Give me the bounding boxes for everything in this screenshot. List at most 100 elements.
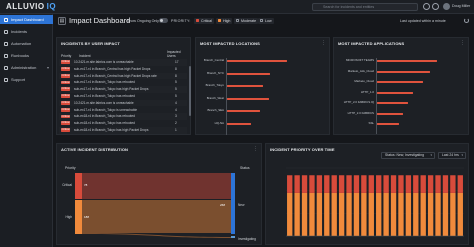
notifications-icon[interactable] bbox=[432, 3, 439, 10]
bar-high[interactable] bbox=[427, 192, 434, 236]
bar-high[interactable] bbox=[338, 192, 345, 236]
bar-high[interactable] bbox=[324, 192, 330, 236]
bar[interactable] bbox=[227, 110, 260, 113]
column-header-incident[interactable]: Incident bbox=[79, 54, 91, 58]
avatar[interactable] bbox=[443, 3, 450, 10]
bar-critical[interactable] bbox=[294, 175, 300, 193]
bar-critical[interactable] bbox=[301, 175, 308, 193]
incident-link[interactable]: sub-ex18-r4 in Branch_Tokyo has high Pac… bbox=[74, 127, 172, 134]
bar[interactable] bbox=[377, 91, 413, 94]
bar-high[interactable] bbox=[442, 192, 449, 236]
bar-critical[interactable] bbox=[324, 175, 330, 193]
brand-logo[interactable]: ALLUVIO IQ bbox=[6, 2, 56, 11]
bar-critical[interactable] bbox=[383, 175, 389, 193]
bar-critical[interactable] bbox=[368, 175, 374, 193]
user-name[interactable]: Doug Miller bbox=[452, 4, 470, 8]
table-row[interactable]: Critical sub-ex18-r4 in Branch_Tokyo has … bbox=[59, 120, 187, 127]
bar[interactable] bbox=[227, 72, 271, 75]
table-row[interactable]: Critical sub-ex17-r4 in Branch_Tokyo has … bbox=[59, 79, 187, 86]
bar-critical[interactable] bbox=[413, 175, 419, 193]
incident-link[interactable]: 10.2421.m.site.fabrics.com is unreachabl… bbox=[74, 100, 172, 107]
incident-link[interactable]: sub-ex17-r4 in Branch_Tokyo is unreachab… bbox=[74, 107, 172, 114]
bar-critical[interactable] bbox=[398, 175, 404, 193]
incident-link[interactable]: 10.2421.m.site.fabrics.com is unreachabl… bbox=[74, 59, 172, 66]
incident-link[interactable]: sub-ex17-r4 in Branch_Central has high P… bbox=[74, 66, 172, 73]
bar[interactable] bbox=[227, 60, 287, 63]
table-row[interactable]: Critical sub-ex17-r4 in Branch_Tokyo is u… bbox=[59, 107, 187, 114]
table-row[interactable]: Critical sub-ex18-r4 in Branch_Tokyo has … bbox=[59, 113, 187, 120]
sidebar-item-support[interactable]: Support bbox=[0, 75, 53, 84]
help-icon[interactable] bbox=[423, 3, 430, 10]
bar-high[interactable] bbox=[376, 192, 382, 236]
node-high[interactable] bbox=[75, 200, 82, 234]
bar[interactable] bbox=[377, 102, 409, 105]
column-header-priority[interactable]: Priority bbox=[61, 54, 71, 58]
table-row[interactable]: Critical sub-ex17-r4 in Branch_Central ha… bbox=[59, 66, 187, 73]
node-new[interactable] bbox=[231, 173, 235, 234]
dashboard-menu-icon[interactable]: ▤ bbox=[58, 17, 66, 25]
bar-critical[interactable] bbox=[427, 175, 434, 193]
table-row[interactable]: Critical sub-ex18-r4 in Branch_Tokyo has … bbox=[59, 127, 187, 134]
priority-chip-low[interactable]: Low bbox=[258, 17, 274, 24]
bar-critical[interactable] bbox=[405, 175, 412, 193]
column-header-impacted-users[interactable]: Impacted Users bbox=[167, 50, 185, 58]
incident-link[interactable]: sub-ex17-r4 in Branch_Tokyo has high Pac… bbox=[74, 86, 172, 93]
bar-high[interactable] bbox=[346, 192, 352, 236]
refresh-icon[interactable] bbox=[464, 17, 469, 23]
bar[interactable] bbox=[227, 122, 251, 125]
incident-link[interactable]: sub-ex18-r4 in Branch_Tokyo has rebooted bbox=[74, 120, 172, 127]
table-row[interactable]: Critical 10.2421.m.site.fabrics.com is un… bbox=[59, 99, 187, 107]
bar-critical[interactable] bbox=[316, 175, 323, 193]
table-row[interactable]: Critical sub-ex17-r4 in Branch_Tokyo has … bbox=[59, 93, 187, 100]
bar-critical[interactable] bbox=[442, 175, 449, 193]
ongoing-only-toggle[interactable] bbox=[159, 18, 168, 23]
bar-high[interactable] bbox=[331, 192, 337, 236]
bar[interactable] bbox=[227, 85, 263, 88]
bar-high[interactable] bbox=[405, 192, 412, 236]
incident-link[interactable]: sub-ex17-r4 in Branch_Tokyo has rebooted bbox=[74, 79, 172, 86]
more-options-icon[interactable]: ⋮ bbox=[321, 40, 326, 46]
bar-high[interactable] bbox=[316, 192, 323, 236]
sidebar-item-runbooks[interactable]: Runbooks bbox=[0, 51, 53, 60]
bar-critical[interactable] bbox=[457, 175, 463, 193]
node-investigating[interactable] bbox=[231, 236, 235, 238]
bar[interactable] bbox=[377, 81, 423, 84]
search-input[interactable]: Search for incidents and entities bbox=[312, 3, 418, 11]
scrollbar[interactable] bbox=[189, 66, 191, 116]
table-row[interactable]: Critical sub-ex17-r4 in Branch_Central ha… bbox=[59, 72, 187, 80]
bar-critical[interactable] bbox=[287, 175, 293, 193]
bar-critical[interactable] bbox=[435, 175, 441, 193]
incident-link[interactable]: sub-ex18-r4 in Branch_Tokyo has rebooted bbox=[74, 113, 172, 120]
priority-chip-high[interactable]: High bbox=[216, 17, 233, 24]
bar[interactable] bbox=[377, 123, 399, 126]
bar-critical[interactable] bbox=[390, 175, 397, 193]
bar[interactable] bbox=[377, 112, 404, 115]
bar-high[interactable] bbox=[457, 192, 463, 236]
bar-critical[interactable] bbox=[309, 175, 315, 193]
incident-link[interactable]: sub-ex17-r4 in Branch_Central has high P… bbox=[74, 73, 172, 80]
bar-high[interactable] bbox=[398, 192, 404, 236]
sidebar-item-administration[interactable]: Administration ▾ bbox=[0, 63, 53, 72]
bar-high[interactable] bbox=[361, 192, 367, 236]
bar-high[interactable] bbox=[435, 192, 441, 236]
sidebar-item-incidents[interactable]: Incidents bbox=[0, 27, 53, 36]
table-row[interactable]: Critical sub-ex17-r4 in Branch_Tokyo has … bbox=[59, 86, 187, 93]
bar-high[interactable] bbox=[294, 192, 300, 236]
bar-critical[interactable] bbox=[353, 175, 360, 193]
bar-critical[interactable] bbox=[346, 175, 352, 193]
bar-critical[interactable] bbox=[338, 175, 345, 193]
bar[interactable] bbox=[377, 70, 430, 73]
bar-high[interactable] bbox=[450, 192, 456, 236]
bar-critical[interactable] bbox=[450, 175, 456, 193]
sidebar-item-automation[interactable]: Automation bbox=[0, 39, 53, 48]
bar-high[interactable] bbox=[353, 192, 360, 236]
bar-high[interactable] bbox=[383, 192, 389, 236]
bar-critical[interactable] bbox=[420, 175, 426, 193]
more-options-icon[interactable]: ⋮ bbox=[460, 40, 465, 46]
bar-critical[interactable] bbox=[331, 175, 337, 193]
bar-high[interactable] bbox=[301, 192, 308, 236]
table-row[interactable]: Critical 10.2421.m.site.fabrics.com is un… bbox=[59, 59, 187, 66]
bar[interactable] bbox=[377, 60, 437, 63]
flow-high-investigating[interactable] bbox=[82, 233, 231, 238]
bar-high[interactable] bbox=[413, 192, 419, 236]
